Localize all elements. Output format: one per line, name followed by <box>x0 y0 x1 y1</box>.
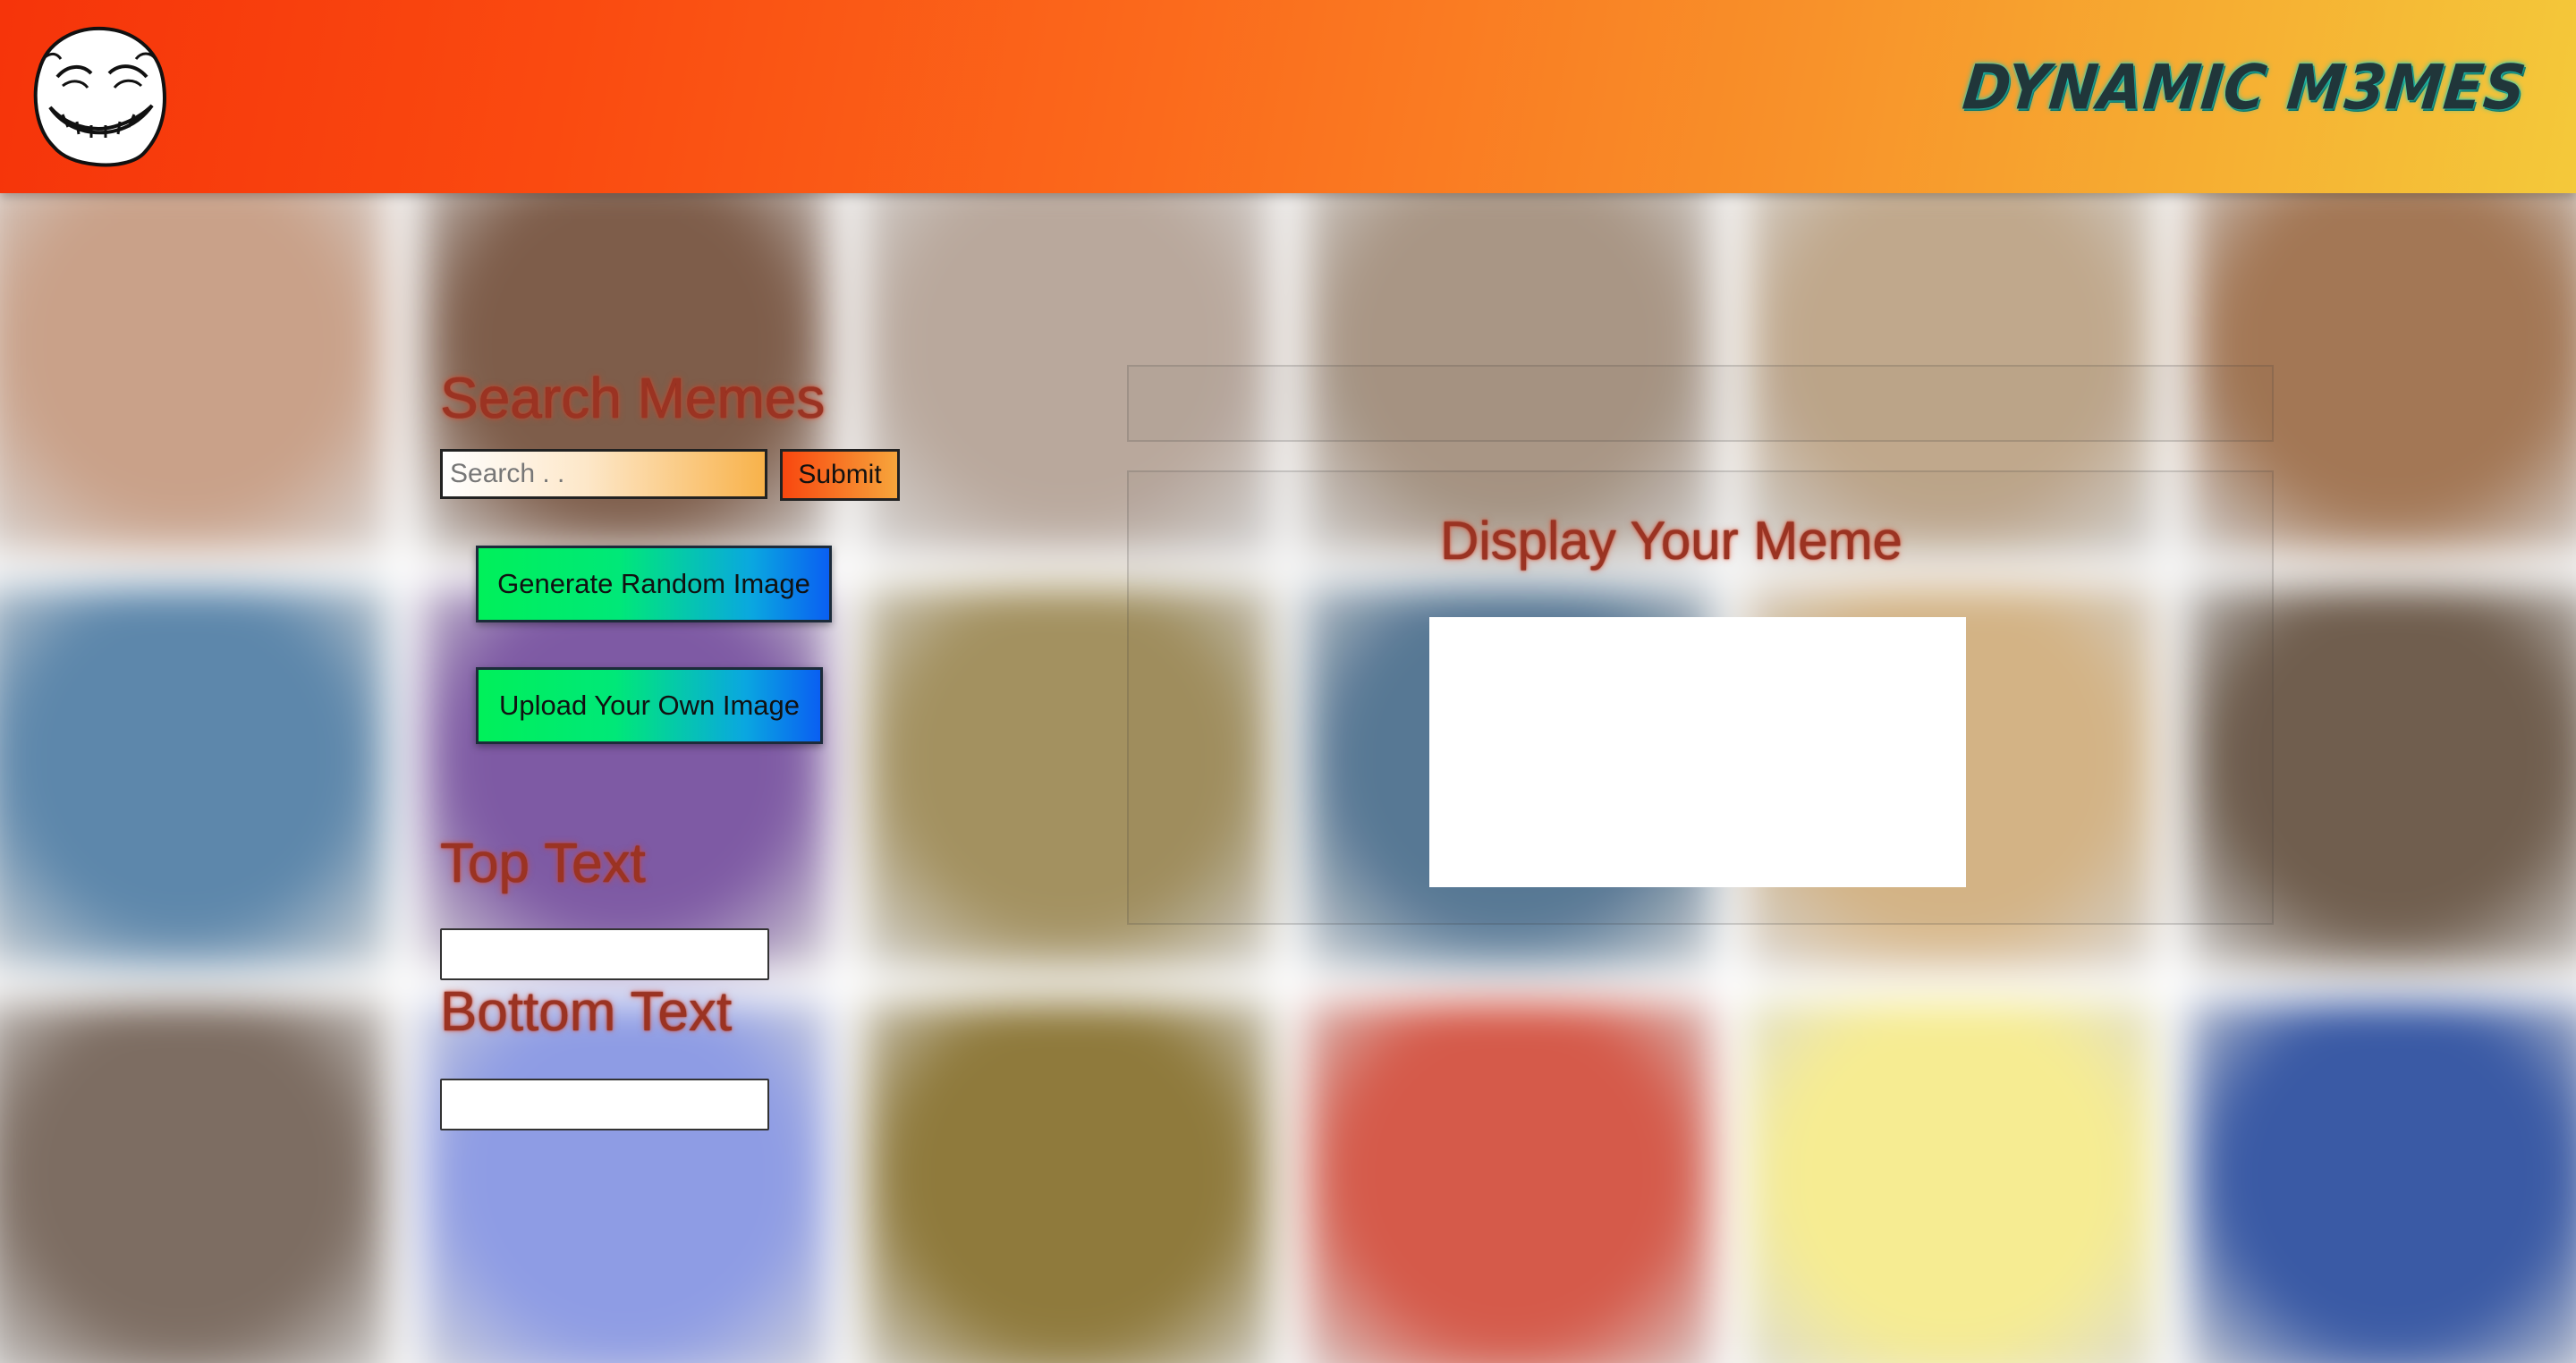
meme-background-tile <box>420 587 830 969</box>
site-title: DYNAMIC M3MES <box>1959 53 2530 124</box>
bottom-text-input[interactable] <box>440 1079 769 1130</box>
meme-background-tile <box>0 193 388 555</box>
bottom-text-label: Bottom Text <box>440 981 733 1043</box>
site-header: DYNAMIC M3MES <box>0 0 2576 193</box>
meme-background-tile <box>2188 1002 2576 1363</box>
display-heading: Display Your Meme <box>1440 511 1902 571</box>
meme-background-tile <box>1304 1002 1714 1363</box>
search-input[interactable] <box>440 449 767 499</box>
upload-image-button[interactable]: Upload Your Own Image <box>476 667 823 744</box>
top-text-input[interactable] <box>440 928 769 980</box>
meme-background-tile <box>0 587 388 969</box>
top-text-label: Top Text <box>440 833 646 894</box>
submit-button[interactable]: Submit <box>780 449 900 501</box>
meme-canvas[interactable] <box>1429 617 1966 887</box>
meme-toolbar-panel <box>1127 365 2274 442</box>
meme-background-tile <box>420 1002 830 1363</box>
generate-random-image-button[interactable]: Generate Random Image <box>476 546 832 622</box>
meme-background-tile <box>862 1002 1272 1363</box>
troll-face-icon[interactable] <box>27 21 170 168</box>
meme-background-tile <box>0 1002 388 1363</box>
search-heading: Search Memes <box>440 366 826 430</box>
meme-background-tile <box>1746 1002 2156 1363</box>
